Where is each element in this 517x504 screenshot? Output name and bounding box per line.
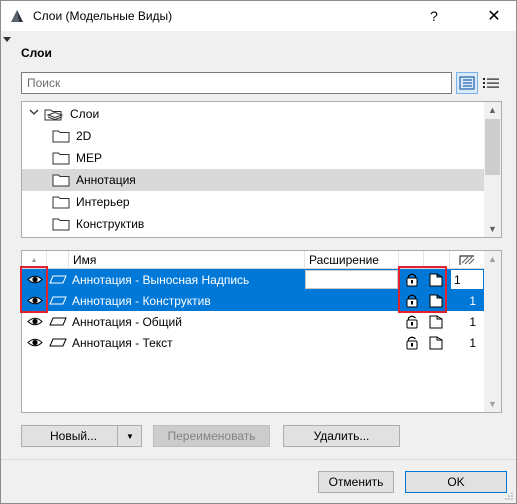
- intersection-group-value[interactable]: 1: [450, 269, 484, 290]
- layer-type-icon: [49, 275, 67, 284]
- header-name[interactable]: Имя: [69, 251, 305, 269]
- eye-icon[interactable]: [27, 337, 43, 348]
- intersection-group-icon: [459, 255, 475, 265]
- new-layer-button[interactable]: Новый... ▼: [21, 425, 142, 447]
- tree-scrollbar[interactable]: ▲ ▼: [484, 102, 501, 237]
- unlock-icon[interactable]: [405, 314, 419, 329]
- intersection-group-value[interactable]: 1: [450, 290, 484, 311]
- search-field[interactable]: [21, 72, 452, 94]
- tree-view-button[interactable]: [456, 72, 478, 94]
- header-type-column[interactable]: [47, 251, 69, 269]
- eye-icon[interactable]: [27, 274, 43, 285]
- folder-icon: [52, 196, 70, 209]
- chevron-down-icon[interactable]: [29, 108, 39, 119]
- lock-icon[interactable]: [405, 293, 419, 308]
- solid-model-icon[interactable]: [429, 272, 443, 287]
- intersection-group-value[interactable]: 1: [450, 311, 484, 332]
- tree-item-annotation[interactable]: Аннотация: [22, 169, 485, 191]
- close-button[interactable]: ✕: [471, 1, 517, 31]
- tree-item-label: Интерьер: [76, 195, 130, 209]
- layers-dialog: Слои (Модельные Виды) ? ✕ Слои Поиск Сло…: [0, 0, 517, 504]
- tree-item-label: MEP: [76, 151, 103, 165]
- layer-type-icon: [49, 317, 67, 326]
- title-bar: Слои (Модельные Виды) ? ✕: [1, 1, 516, 31]
- rename-button[interactable]: Переименовать: [153, 425, 270, 447]
- scroll-thumb[interactable]: [485, 119, 500, 175]
- lock-icon[interactable]: [405, 272, 419, 287]
- tree-item-interior[interactable]: Интерьер: [22, 191, 485, 213]
- header-wireframe-column[interactable]: [424, 251, 450, 269]
- layers-folder-icon: [44, 109, 64, 121]
- tree-item-label: Слои: [70, 107, 100, 121]
- solid-model-icon[interactable]: [429, 293, 443, 308]
- list-view-button[interactable]: [480, 72, 502, 94]
- tree-item-root[interactable]: Слои: [22, 103, 485, 125]
- header-pen-column[interactable]: [450, 251, 485, 269]
- footer-divider: [1, 459, 516, 460]
- search-input[interactable]: [22, 73, 451, 93]
- eye-icon[interactable]: [27, 295, 43, 306]
- grid-scrollbar[interactable]: ▲ ▼: [484, 251, 501, 412]
- resize-grip-icon[interactable]: [504, 491, 514, 501]
- layer-row[interactable]: Аннотация - Текст 1: [22, 332, 485, 353]
- tree-item-label: Конструктив: [76, 217, 145, 231]
- tree-view-icon: [459, 76, 475, 90]
- layer-name: Аннотация - Конструктив: [72, 293, 211, 308]
- folder-icon: [52, 174, 70, 187]
- sort-indicator-icon[interactable]: ▲: [22, 251, 47, 269]
- delete-button[interactable]: Удалить...: [283, 425, 400, 447]
- tree-item-mep[interactable]: MEP: [22, 147, 485, 169]
- window-title: Слои (Модельные Виды): [33, 9, 173, 23]
- layer-row[interactable]: Аннотация - Конструктив 1: [22, 290, 485, 311]
- scroll-down-arrow[interactable]: ▼: [484, 396, 501, 412]
- grid-header: ▲ Имя Расширение: [22, 251, 485, 269]
- layer-row[interactable]: Аннотация - Общий 1: [22, 311, 485, 332]
- layer-name: Аннотация - Общий: [72, 314, 182, 329]
- list-view-icon: [483, 78, 499, 88]
- folder-icon: [52, 130, 70, 143]
- tree-item-structural[interactable]: Конструктив: [22, 213, 485, 235]
- new-button-label: Новый...: [50, 429, 98, 443]
- header-lock-column[interactable]: [399, 251, 424, 269]
- tree-item-label: 2D: [76, 129, 92, 143]
- scroll-down-arrow[interactable]: ▼: [484, 221, 501, 237]
- layer-type-icon: [49, 296, 67, 305]
- layer-list[interactable]: ▲ Имя Расширение Аннотация - Выносная На…: [21, 250, 502, 413]
- section-title: Слои: [21, 46, 52, 60]
- layer-name: Аннотация - Текст: [72, 335, 173, 350]
- eye-icon[interactable]: [27, 316, 43, 327]
- tree-item-label: Аннотация: [76, 173, 136, 187]
- cancel-button[interactable]: Отменить: [318, 471, 394, 493]
- solid-model-icon[interactable]: [429, 314, 443, 329]
- solid-model-icon[interactable]: [429, 335, 443, 350]
- collapse-triangle-icon[interactable]: [3, 37, 11, 42]
- extension-field[interactable]: [305, 270, 398, 289]
- tree-item-2d[interactable]: 2D: [22, 125, 485, 147]
- scroll-up-arrow[interactable]: ▲: [484, 251, 501, 267]
- unlock-icon[interactable]: [405, 335, 419, 350]
- folder-icon: [52, 218, 70, 231]
- layer-type-icon: [49, 338, 67, 347]
- header-extension[interactable]: Расширение: [305, 251, 399, 269]
- layer-name: Аннотация - Выносная Надпись: [72, 272, 250, 287]
- help-button[interactable]: ?: [411, 1, 457, 31]
- new-dropdown-arrow[interactable]: ▼: [117, 426, 142, 446]
- scroll-up-arrow[interactable]: ▲: [484, 102, 501, 118]
- ok-button[interactable]: OK: [405, 471, 507, 493]
- layer-folder-tree[interactable]: Слои 2D MEP Аннотация Интерьер Конструкт…: [21, 101, 502, 238]
- layer-row[interactable]: Аннотация - Выносная Надпись 1: [22, 269, 485, 290]
- folder-icon: [52, 152, 70, 165]
- archicad-app-icon: [11, 10, 23, 22]
- intersection-group-value[interactable]: 1: [450, 332, 484, 353]
